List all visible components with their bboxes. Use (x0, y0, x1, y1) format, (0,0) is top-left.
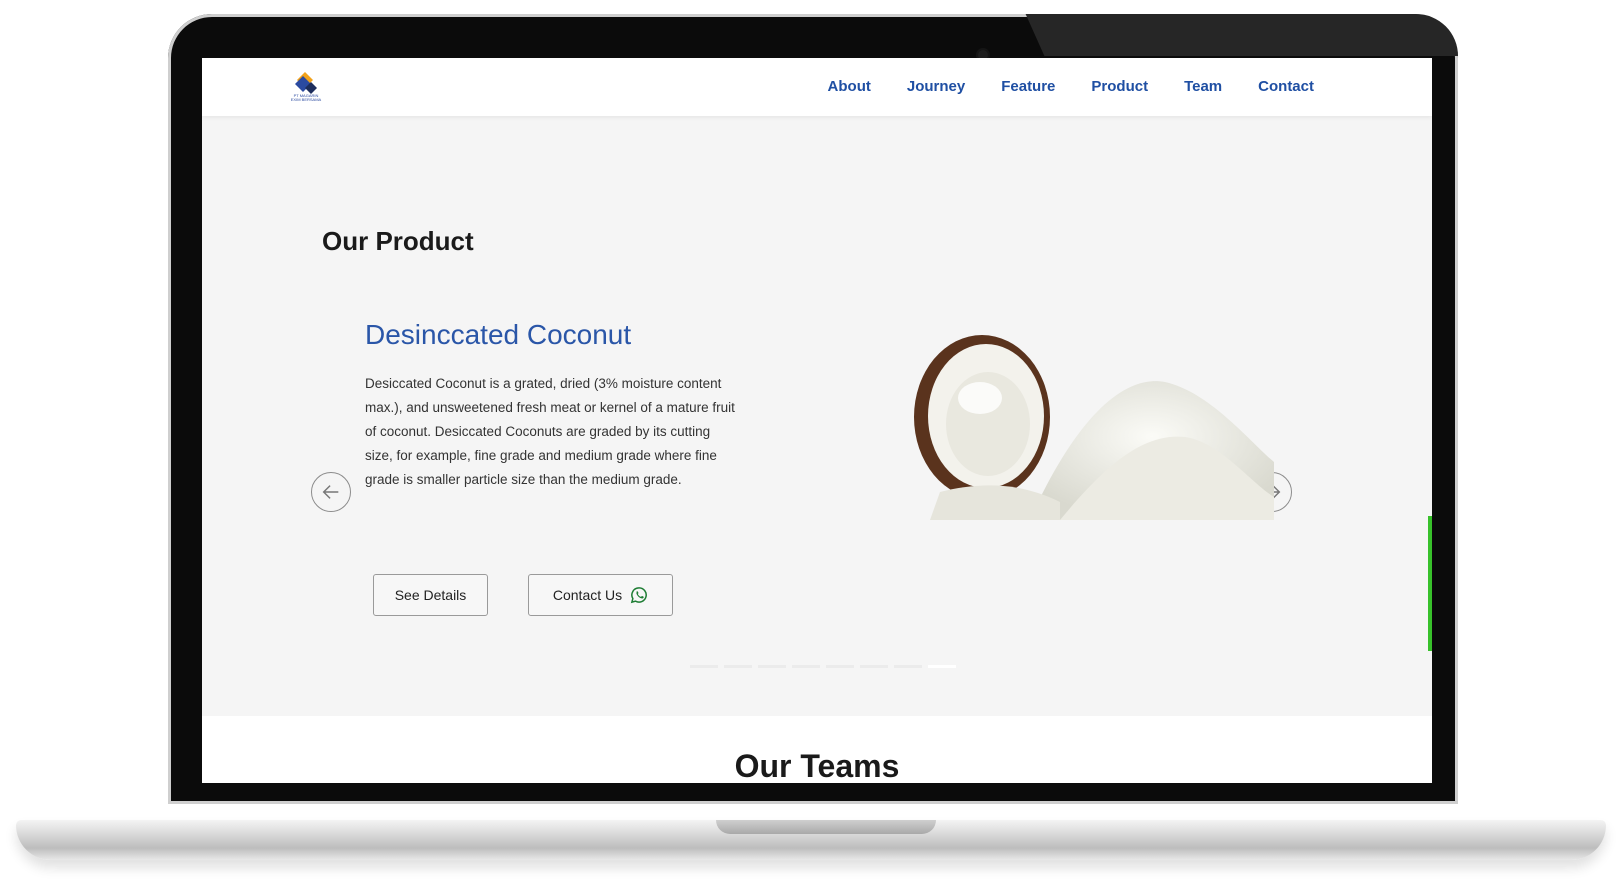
contact-us-label: Contact Us (552, 587, 623, 603)
product-section: Our Product Desinccated Coconut Desiccat… (202, 116, 1432, 716)
carousel-dot[interactable] (690, 665, 718, 668)
nav-link-feature[interactable]: Feature (1001, 78, 1055, 95)
nav-link-team[interactable]: Team (1184, 78, 1222, 95)
carousel-dot[interactable] (758, 665, 786, 668)
carousel-dot[interactable] (894, 665, 922, 668)
carousel-dot-active[interactable] (928, 665, 956, 668)
lid-glare (1025, 14, 1458, 56)
nav-link-about[interactable]: About (828, 78, 871, 95)
nav-links: About Journey Feature Product Team Conta… (828, 78, 1314, 95)
carousel-dot[interactable] (826, 665, 854, 668)
nav-link-product[interactable]: Product (1091, 78, 1148, 95)
logo-text: PT MAGARIN EXIM BERSAMA (286, 94, 326, 102)
nav-link-contact[interactable]: Contact (1258, 78, 1314, 95)
whatsapp-icon (630, 587, 648, 604)
laptop-base (16, 820, 1606, 860)
carousel-dot[interactable] (792, 665, 820, 668)
see-details-button[interactable]: See Details (373, 574, 488, 616)
product-name: Desinccated Coconut (365, 319, 632, 350)
teams-title: Our Teams (734, 748, 900, 783)
carousel-indicators (690, 665, 956, 668)
product-image (914, 335, 1274, 520)
carousel-prev-button[interactable] (311, 472, 351, 512)
carousel-dot[interactable] (724, 665, 752, 668)
logo-text-line2: EXIM BERSAMA (290, 97, 322, 102)
nav-link-journey[interactable]: Journey (907, 78, 965, 95)
product-description: Desiccated Coconut is a grated, dried (3… (365, 376, 735, 487)
scroll-indicator[interactable] (1428, 516, 1432, 651)
contact-us-button[interactable]: Contact Us (528, 574, 673, 616)
laptop-notch (716, 820, 936, 834)
arrow-left-icon (322, 485, 339, 499)
browser-viewport: PT MAGARIN EXIM BERSAMA About Journey Fe… (202, 58, 1432, 783)
navbar: PT MAGARIN EXIM BERSAMA About Journey Fe… (202, 58, 1432, 116)
carousel-dot[interactable] (860, 665, 888, 668)
section-title: Our Product (322, 226, 474, 256)
teams-section: Our Teams (202, 716, 1432, 783)
see-details-label: See Details (394, 587, 467, 603)
